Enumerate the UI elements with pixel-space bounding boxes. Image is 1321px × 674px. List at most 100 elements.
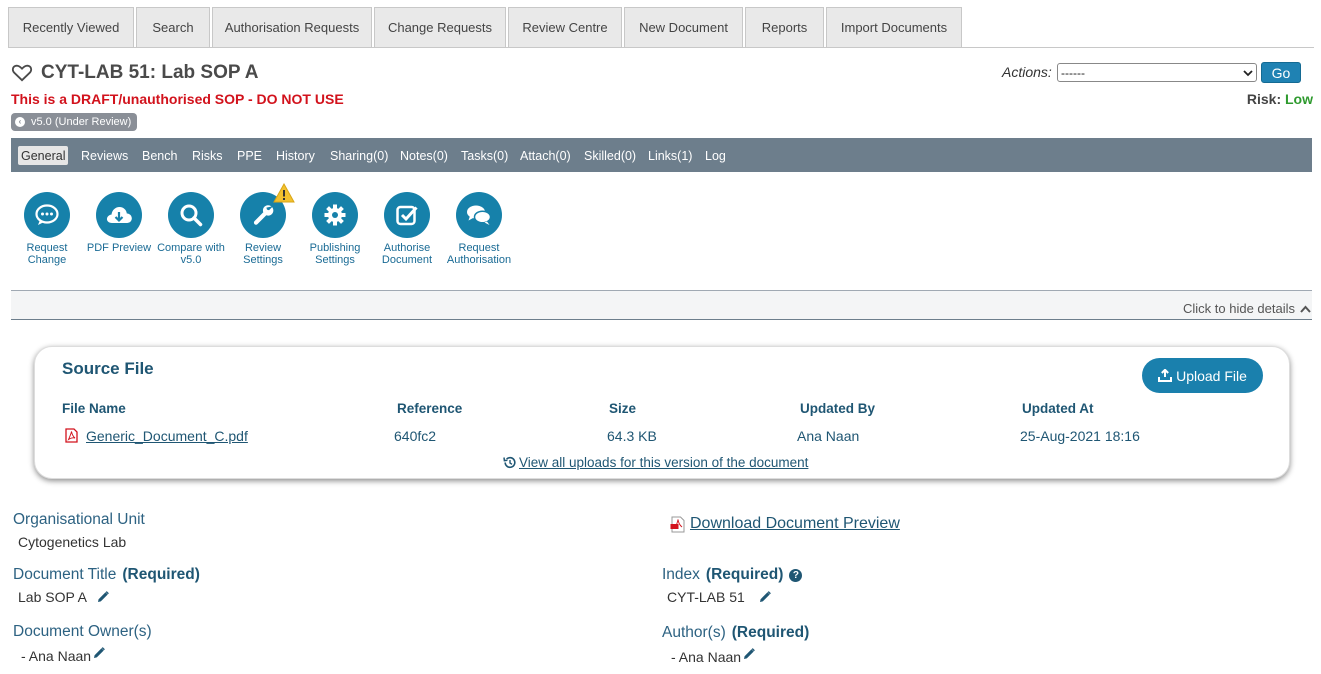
subnav-ppe[interactable]: PPE [234,146,265,165]
subnav-links[interactable]: Links(1) [645,146,695,165]
view-all-uploads-label: View all uploads for this version of the… [519,455,809,470]
download-preview-label: Download Document Preview [690,515,900,532]
tab-recently-viewed[interactable]: Recently Viewed [8,7,134,47]
column-header-size: Size [609,401,637,416]
risk-label: Risk: [1246,91,1282,107]
cloud-download-icon [96,192,142,238]
chat-bubble-icon [24,192,70,238]
action-label: Authorise [383,242,431,254]
upload-file-button[interactable]: Upload File [1142,358,1263,393]
risk-value: Low [1285,91,1313,107]
download-preview-link[interactable]: Download Document Preview [670,515,900,533]
tab-review-centre[interactable]: Review Centre [508,7,622,47]
author-value: - Ana Naan [671,649,742,665]
doc-title-field: Lab SOP A [18,589,109,605]
page-title: CYT-LAB 51: Lab SOP A [41,62,259,83]
subnav-notes[interactable]: Notes(0) [397,146,451,165]
pencil-icon[interactable] [93,647,105,659]
action-label: PDF Preview [86,242,152,254]
chevron-down-icon [1243,69,1253,76]
subnav-general[interactable]: General [18,146,69,165]
subnav-log[interactable]: Log [702,146,729,165]
tab-change-requests[interactable]: Change Requests [374,7,506,47]
pdf-preview-action[interactable]: PDF Preview [83,192,155,254]
subnav-history[interactable]: History [273,146,318,165]
org-unit-value: Cytogenetics Lab [18,534,127,550]
tab-reports[interactable]: Reports [745,7,824,47]
action-label-2: Settings [243,254,283,266]
action-label-2: Change [27,254,67,266]
hide-details-toggle[interactable]: Click to hide details [1183,301,1311,316]
pdf-file-icon [670,516,685,532]
favourite-heart-icon[interactable] [11,64,33,82]
subnav-reviews[interactable]: Reviews [78,146,131,165]
doc-title-value: Lab SOP A [18,589,88,605]
version-badge[interactable]: ‹ v5.0 (Under Review) [11,113,138,131]
document-subnav: General Reviews Bench Risks PPE History … [11,138,1312,172]
go-button[interactable]: Go [1261,62,1301,83]
action-label-2: Settings [315,254,355,266]
required-marker: (Required) [705,566,784,583]
subnav-sharing[interactable]: Sharing(0) [327,146,391,165]
reference-value: 640fc2 [394,428,437,444]
upload-file-label: Upload File [1176,367,1247,384]
actions-selected-value: ------ [1061,65,1085,80]
tab-authorisation-requests[interactable]: Authorisation Requests [212,7,372,47]
source-file-card: Source File Upload File File Name Refere… [34,346,1290,479]
tab-new-document[interactable]: New Document [624,7,743,47]
action-label: Compare with [157,242,225,254]
request-change-action[interactable]: Request Change [11,192,83,266]
publishing-settings-action[interactable]: Publishing Settings [299,192,371,266]
version-label: v5.0 (Under Review) [31,116,132,128]
view-all-uploads-link[interactable]: View all uploads for this version of the… [503,455,808,470]
hide-details-label: Click to hide details [1183,301,1295,316]
action-label: Request [26,242,68,254]
pencil-icon[interactable] [743,648,755,660]
subnav-skilled[interactable]: Skilled(0) [581,146,639,165]
chevron-left-icon: ‹ [15,117,25,127]
actions-label: Actions: [1002,64,1052,80]
warning-triangle-icon [273,183,295,203]
updated-by-value: Ana Naan [797,428,860,444]
pdf-file-icon [65,428,78,443]
index-field: CYT-LAB 51 [667,589,771,605]
compare-action[interactable]: Compare with v5.0 [155,192,227,266]
index-label: Index (Required)? [662,566,803,584]
actions-select[interactable]: ------ [1057,63,1257,82]
history-icon [503,456,516,469]
pencil-icon[interactable] [759,591,771,603]
action-label-2: Authorisation [446,254,512,266]
review-settings-action[interactable]: Review Settings [227,192,299,266]
request-authorisation-action[interactable]: Request Authorisation [443,192,515,266]
author-label-text: Author(s) [662,624,726,641]
source-file-link[interactable]: Generic_Document_C.pdf [86,428,248,444]
column-header-file-name: File Name [62,401,126,416]
gear-icon [312,192,358,238]
column-header-reference: Reference [397,401,463,416]
subnav-risks[interactable]: Risks [189,146,226,165]
draft-warning: This is a DRAFT/unauthorised SOP - DO NO… [11,91,344,107]
index-value: CYT-LAB 51 [667,589,745,605]
author-field: - Ana Naan [671,648,755,665]
subnav-tasks[interactable]: Tasks(0) [458,146,511,165]
required-marker: (Required) [731,624,810,641]
help-icon[interactable]: ? [789,569,803,582]
tab-import-documents[interactable]: Import Documents [826,7,962,47]
action-label-2: v5.0 [180,254,202,266]
chat-bubbles-icon [456,192,502,238]
column-header-updated-by: Updated By [800,401,876,416]
authorise-document-action[interactable]: Authorise Document [371,192,443,266]
subnav-bench[interactable]: Bench [139,146,180,165]
column-header-updated-at: Updated At [1022,401,1094,416]
owner-value: - Ana Naan [21,648,92,664]
doc-title-label-text: Document Title [13,566,117,583]
action-label: Request [458,242,500,254]
subnav-attach[interactable]: Attach(0) [517,146,574,165]
top-tab-bar: Recently Viewed Search Authorisation Req… [8,7,1314,48]
tab-search[interactable]: Search [136,7,210,47]
owner-label: Document Owner(s) [13,623,152,640]
pencil-icon[interactable] [97,591,109,603]
action-label: Review [244,242,282,254]
index-label-text: Index [662,566,700,583]
upload-icon [1158,369,1173,382]
